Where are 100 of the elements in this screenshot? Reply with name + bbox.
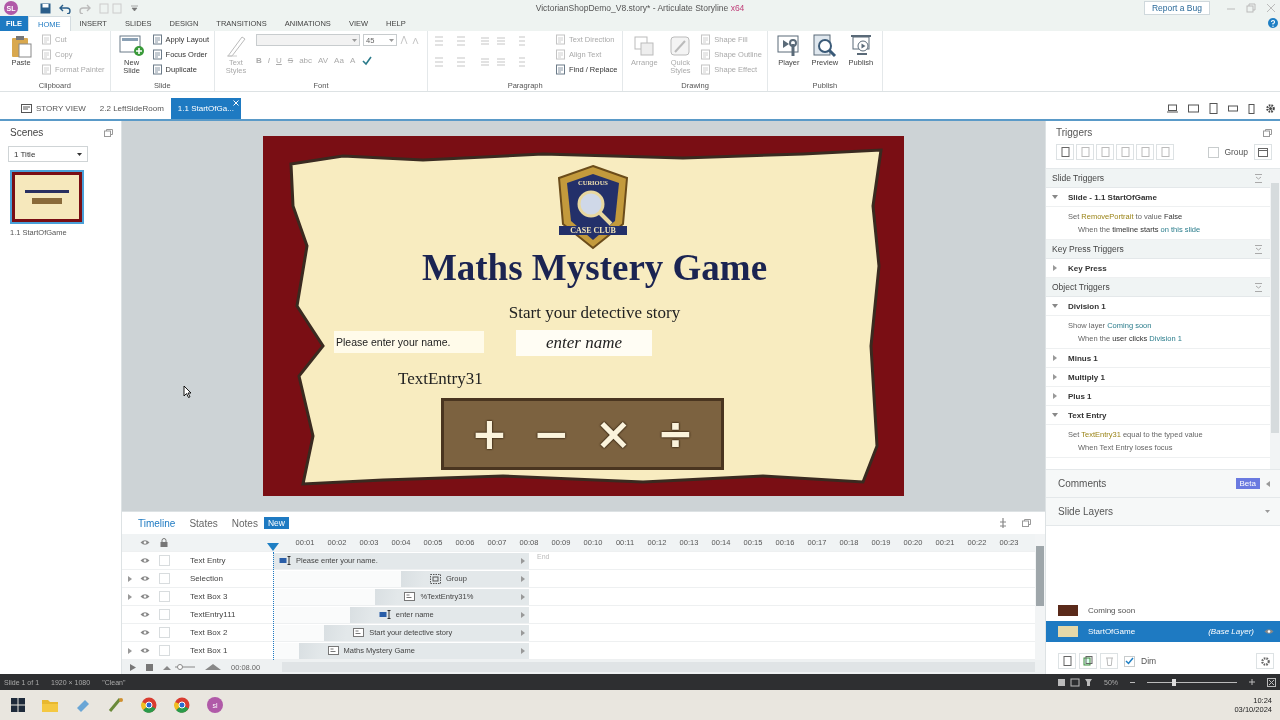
new-layer-button[interactable]: [1058, 653, 1076, 669]
panel-tab[interactable]: States: [189, 517, 218, 529]
restore-icon[interactable]: [1263, 128, 1272, 137]
scrollbar[interactable]: [1035, 534, 1045, 660]
tablet-portrait-icon[interactable]: [1209, 103, 1218, 114]
name-input-field[interactable]: enter name: [516, 330, 652, 356]
expand-arrow-icon[interactable]: [521, 575, 525, 582]
operator-button[interactable]: +: [469, 412, 510, 456]
trigger-item[interactable]: Text Entry: [1046, 406, 1270, 425]
zoom-out-icon[interactable]: [1130, 680, 1135, 684]
restore-icon[interactable]: [104, 128, 113, 137]
timeline-bar[interactable]: [375, 588, 529, 605]
expand-arrow-icon[interactable]: [521, 611, 525, 618]
restore-icon[interactable]: [1022, 519, 1031, 527]
zoom-slider-icon[interactable]: [163, 663, 221, 671]
windows-start-icon[interactable]: [11, 698, 25, 712]
operator-button[interactable]: ÷: [655, 412, 696, 456]
expand-arrow-icon[interactable]: [521, 629, 525, 636]
scrollbar[interactable]: [1270, 169, 1280, 469]
report-bug-button[interactable]: Report a Bug: [1143, 1, 1210, 15]
layer-item[interactable]: StartOfGame (Base Layer): [1046, 621, 1280, 642]
collapsed-arrow-icon[interactable]: [1052, 355, 1058, 361]
phone-landscape-icon[interactable]: [1228, 105, 1238, 112]
settings-button[interactable]: [1256, 653, 1274, 669]
trigger-item[interactable]: Plus 1: [1046, 387, 1270, 406]
trigger-item[interactable]: Division 1: [1046, 297, 1270, 316]
operator-button[interactable]: −: [531, 412, 572, 456]
expand-arrow-icon[interactable]: [521, 557, 525, 564]
timeline-bar[interactable]: [324, 624, 529, 641]
collapse-arrow-icon[interactable]: [1266, 480, 1270, 487]
save-icon[interactable]: [40, 2, 51, 14]
trigger-tool-button[interactable]: [1056, 144, 1074, 160]
lock-checkbox[interactable]: [158, 591, 170, 602]
trigger-item[interactable]: Multiply 1: [1046, 368, 1270, 387]
stop-icon[interactable]: [146, 663, 153, 671]
document-tab[interactable]: STORY VIEW: [14, 98, 93, 119]
layer-item[interactable]: Coming soon: [1046, 600, 1280, 621]
slide-thumbnail[interactable]: [10, 170, 84, 224]
group-checkbox[interactable]: [1208, 146, 1220, 158]
duplicate-layer-button[interactable]: [1079, 653, 1097, 669]
timeline-bar[interactable]: [401, 570, 529, 587]
view-mode-icon[interactable]: [1058, 677, 1092, 687]
operator-button[interactable]: ×: [593, 412, 634, 456]
eye-icon[interactable]: [1264, 628, 1274, 635]
desktop-icon[interactable]: [1167, 104, 1178, 113]
timeline-bar[interactable]: [349, 606, 529, 623]
collapsed-arrow-icon[interactable]: [127, 593, 133, 600]
lock-checkbox[interactable]: [158, 573, 170, 584]
playhead-marker[interactable]: [267, 543, 279, 551]
fit-icon[interactable]: [1267, 677, 1276, 687]
play-icon[interactable]: [130, 663, 136, 671]
timeline-bar[interactable]: [273, 552, 529, 569]
trigger-item[interactable]: Slide - 1.1 StartOfGame: [1046, 188, 1270, 207]
expanded-arrow-icon[interactable]: [1052, 194, 1058, 200]
slider-thumb[interactable]: [1172, 678, 1176, 686]
eye-icon[interactable]: [140, 539, 150, 546]
panel-tab[interactable]: Notes: [231, 517, 258, 529]
section-header[interactable]: Key Press Triggers: [1046, 240, 1270, 259]
collapsed-arrow-icon[interactable]: [127, 575, 133, 582]
expand-arrow-icon[interactable]: [521, 593, 525, 600]
lock-checkbox[interactable]: [158, 627, 170, 638]
customize-caret-icon[interactable]: [131, 5, 138, 11]
collapsed-arrow-icon[interactable]: [1052, 393, 1058, 399]
spell-check-icon[interactable]: [361, 54, 373, 66]
tablet-landscape-icon[interactable]: [1188, 104, 1199, 113]
expanded-arrow-icon[interactable]: [1052, 412, 1058, 418]
expanded-arrow-icon[interactable]: [1052, 303, 1058, 309]
undo-icon[interactable]: [59, 2, 71, 14]
pin-icon[interactable]: [998, 517, 1008, 529]
eye-icon[interactable]: [140, 647, 150, 654]
section-header[interactable]: Slide Triggers: [1046, 169, 1270, 188]
help-icon[interactable]: [1268, 18, 1278, 28]
document-tab[interactable]: 2.2 LeftSideRoom: [92, 98, 171, 119]
phone-portrait-icon[interactable]: [1248, 103, 1255, 114]
variables-button[interactable]: [1254, 144, 1272, 160]
eye-icon[interactable]: [140, 557, 150, 564]
collapsed-arrow-icon[interactable]: [1052, 374, 1058, 380]
collapse-all-icon[interactable]: [1255, 244, 1262, 254]
expand-arrow-icon[interactable]: [521, 647, 525, 654]
timeline-bar[interactable]: [298, 642, 529, 659]
trigger-item[interactable]: Minus 1: [1046, 349, 1270, 368]
collapse-all-icon[interactable]: [1255, 282, 1262, 292]
browser-icon[interactable]: [141, 697, 157, 713]
eye-icon[interactable]: [140, 629, 150, 636]
dim-checkbox[interactable]: [1124, 655, 1135, 667]
settings-icon[interactable]: [1265, 103, 1276, 114]
collapsed-arrow-icon[interactable]: [127, 647, 133, 654]
caret-icon[interactable]: [1265, 510, 1270, 513]
layers-header[interactable]: Slide Layers: [1046, 497, 1280, 525]
lock-checkbox[interactable]: [158, 645, 170, 656]
zoom-in-icon[interactable]: [1249, 679, 1255, 685]
browser-icon[interactable]: [174, 697, 190, 713]
eye-icon[interactable]: [140, 575, 150, 582]
eye-icon[interactable]: [140, 611, 150, 618]
eye-icon[interactable]: [140, 593, 150, 600]
scene-dropdown[interactable]: 1 Title: [8, 146, 88, 162]
comments-header[interactable]: Comments Beta: [1046, 469, 1280, 497]
document-tab[interactable]: 1.1 StartOfGa...: [170, 98, 241, 119]
panel-tab[interactable]: Timeline: [138, 517, 176, 529]
collapsed-arrow-icon[interactable]: [1052, 265, 1058, 271]
